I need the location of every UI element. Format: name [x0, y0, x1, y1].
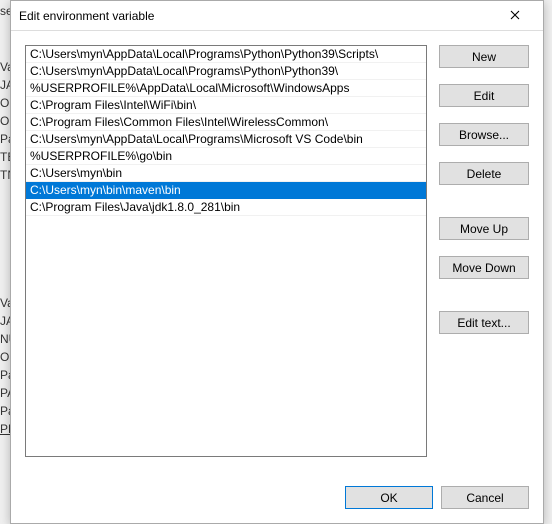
path-row[interactable]: C:\Program Files\Java\jdk1.8.0_281\bin	[26, 199, 426, 216]
path-row[interactable]: C:\Program Files\Intel\WiFi\bin\	[26, 97, 426, 114]
close-icon	[510, 9, 520, 23]
move-down-button[interactable]: Move Down	[439, 256, 529, 279]
path-row[interactable]: C:\Program Files\Common Files\Intel\Wire…	[26, 114, 426, 131]
path-row[interactable]: C:\Users\myn\AppData\Local\Programs\Micr…	[26, 131, 426, 148]
cancel-button[interactable]: Cancel	[441, 486, 529, 509]
dialog-title: Edit environment variable	[19, 9, 495, 23]
edit-env-var-dialog: Edit environment variable C:\Users\myn\A…	[10, 0, 544, 524]
titlebar: Edit environment variable	[11, 1, 543, 31]
dialog-footer: OK Cancel	[11, 470, 543, 523]
path-row[interactable]: C:\Users\myn\AppData\Local\Programs\Pyth…	[26, 63, 426, 80]
path-listbox[interactable]: C:\Users\myn\AppData\Local\Programs\Pyth…	[25, 45, 427, 457]
delete-button[interactable]: Delete	[439, 162, 529, 185]
path-row[interactable]: C:\Users\myn\AppData\Local\Programs\Pyth…	[26, 46, 426, 63]
browse-button[interactable]: Browse...	[439, 123, 529, 146]
path-row[interactable]: C:\Users\myn\bin\maven\bin	[26, 182, 426, 199]
path-row[interactable]: C:\Users\myn\bin	[26, 165, 426, 182]
edit-text-button[interactable]: Edit text...	[439, 311, 529, 334]
path-row[interactable]: %USERPROFILE%\go\bin	[26, 148, 426, 165]
new-button[interactable]: New	[439, 45, 529, 68]
close-button[interactable]	[495, 4, 535, 28]
dialog-body: C:\Users\myn\AppData\Local\Programs\Pyth…	[11, 31, 543, 470]
path-row[interactable]: %USERPROFILE%\AppData\Local\Microsoft\Wi…	[26, 80, 426, 97]
edit-button[interactable]: Edit	[439, 84, 529, 107]
move-up-button[interactable]: Move Up	[439, 217, 529, 240]
ok-button[interactable]: OK	[345, 486, 433, 509]
side-buttons: New Edit Browse... Delete Move Up Move D…	[439, 45, 529, 470]
